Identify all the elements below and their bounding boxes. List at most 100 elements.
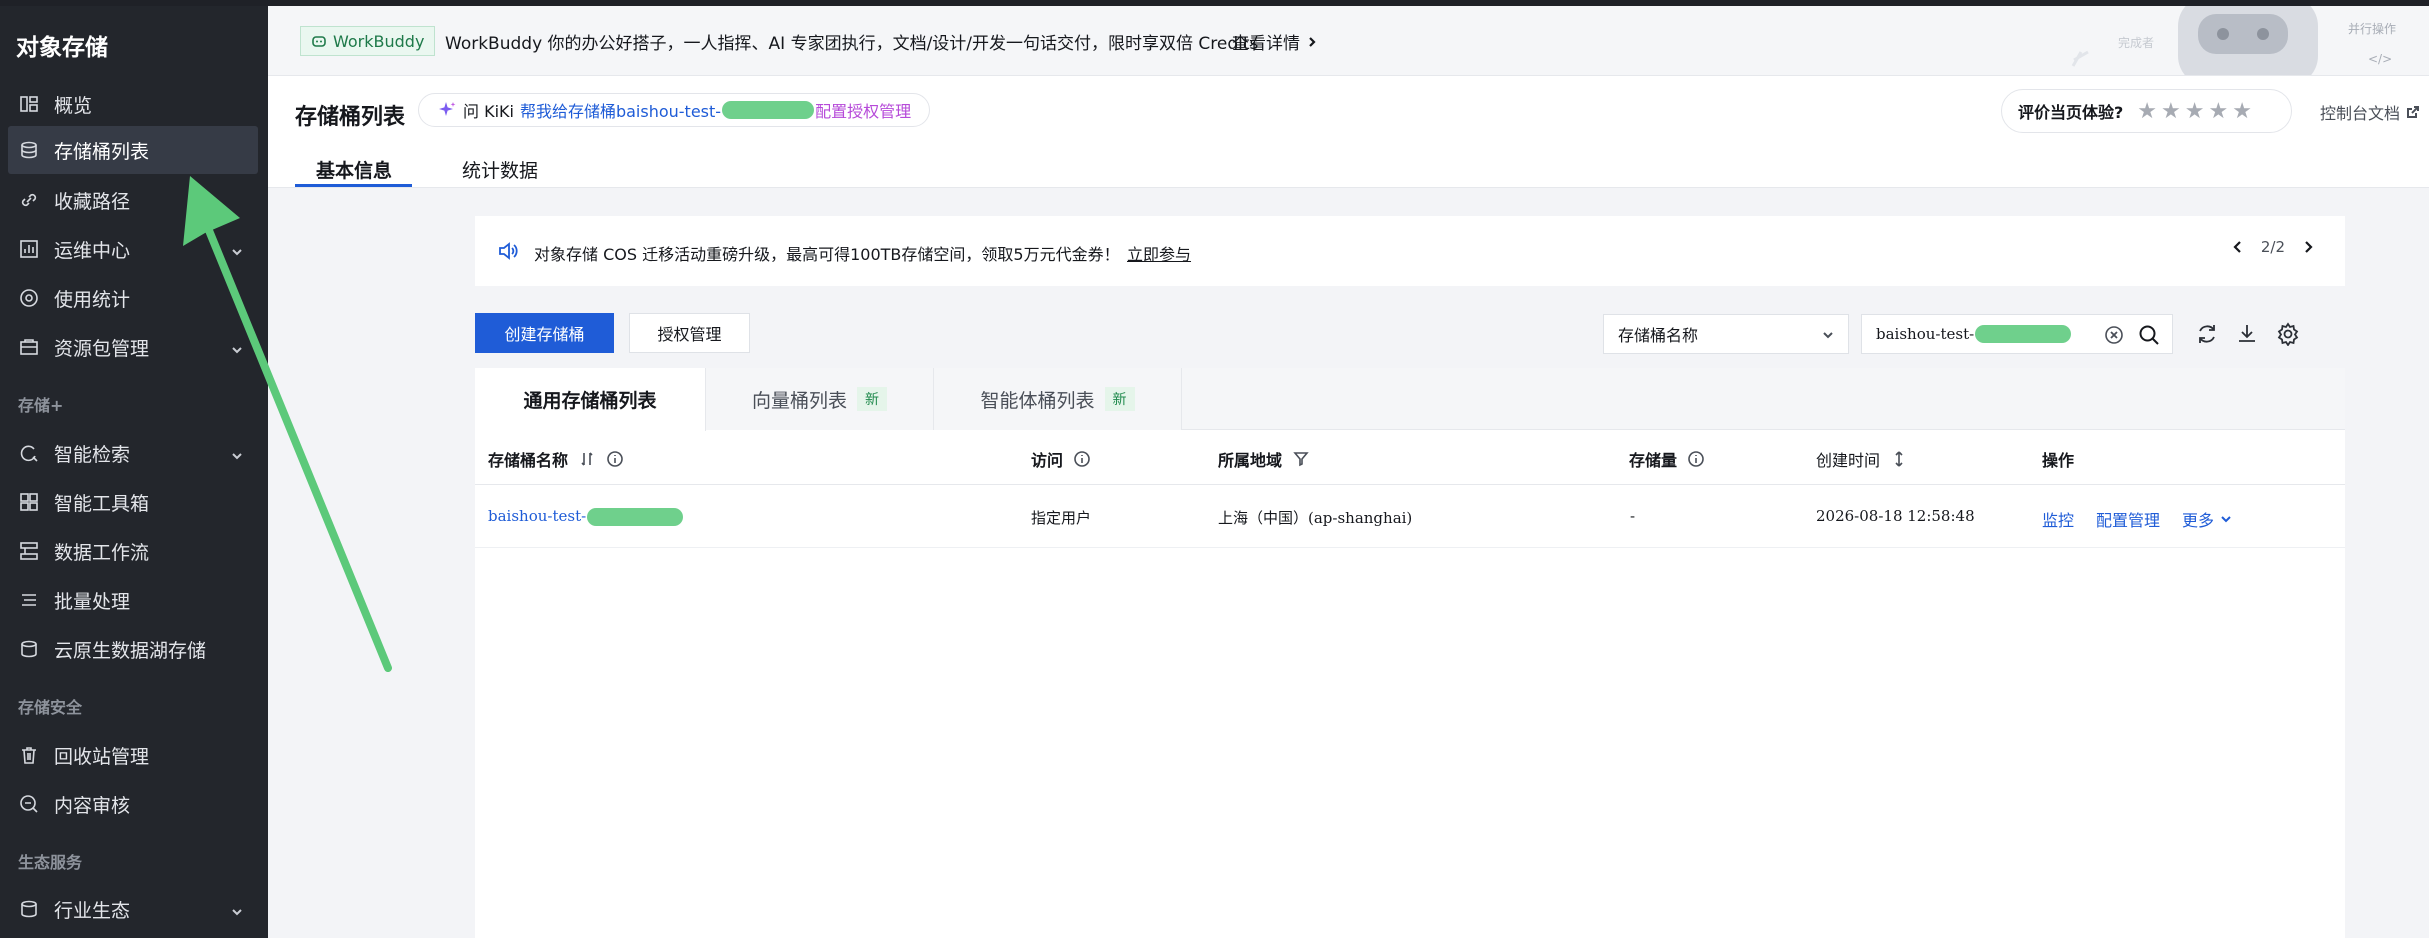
robot-icon xyxy=(312,36,326,47)
info-icon[interactable] xyxy=(1073,450,1091,468)
bucket-icon xyxy=(18,139,40,161)
table-header: 存储桶名称 访问 所属地域 存储量 创建时间 操作 xyxy=(475,430,2345,485)
info-icon[interactable] xyxy=(1687,450,1705,468)
column-access: 访问 xyxy=(1031,447,1091,471)
auth-management-button[interactable]: 授权管理 xyxy=(629,313,750,353)
sidebar-item-ops-center[interactable]: 运维中心 xyxy=(8,225,258,273)
search-icon[interactable] xyxy=(2138,324,2160,346)
sidebar-item-label: 批量处理 xyxy=(54,590,131,613)
sidebar-item-label: 存储桶列表 xyxy=(54,140,150,163)
workbuddy-badge[interactable]: WorkBuddy xyxy=(300,26,436,56)
chevron-right-icon xyxy=(1309,36,1316,47)
sidebar-item-industry-ecosystem[interactable]: 行业生态 xyxy=(8,885,258,933)
sidebar-item-favorites[interactable]: 收藏路径 xyxy=(8,176,258,224)
sidebar-item-smart-toolbox[interactable]: 智能工具箱 xyxy=(8,478,258,526)
column-region: 所属地域 xyxy=(1218,447,1310,471)
banner-deco-caption: 完成者 xyxy=(2118,36,2155,50)
sidebar-item-bucket-list[interactable]: 存储桶列表 xyxy=(8,126,258,174)
notice-pager: 2/2 xyxy=(2231,238,2315,256)
workbuddy-badge-label: WorkBuddy xyxy=(333,31,425,51)
notice-join-link[interactable]: 立即参与 xyxy=(1127,241,1191,265)
create-bucket-button[interactable]: 创建存储桶 xyxy=(475,313,614,353)
rating-stars: ★ ★ ★ ★ ★ xyxy=(2137,99,2252,124)
chevron-down-icon xyxy=(230,902,244,924)
search-field-select[interactable]: 存储桶名称 xyxy=(1603,314,1849,354)
batch-icon xyxy=(18,589,40,611)
banner-deco-text: 并行操作 xyxy=(2348,22,2397,36)
download-icon[interactable] xyxy=(2235,322,2259,346)
sidebar-section-storage-plus: 存储+ xyxy=(18,396,64,415)
ai-search-icon xyxy=(18,442,40,464)
notice-bar: 对象存储 COS 迁移活动重磅升级，最高可得100TB存储空间，领取5万元代金券… xyxy=(475,216,2345,286)
kiki-action: 配置授权管理 xyxy=(815,102,912,121)
column-label: 创建时间 xyxy=(1816,451,1881,470)
sidebar-item-resource-packages[interactable]: 资源包管理 xyxy=(8,323,258,371)
column-created-time: 创建时间 xyxy=(1816,447,1908,471)
sidebar-item-smart-search[interactable]: 智能检索 xyxy=(8,429,258,477)
chevron-down-icon xyxy=(230,340,244,362)
external-link-icon xyxy=(2407,106,2420,118)
tab-agent-buckets[interactable]: 智能体桶列表 新 xyxy=(934,368,1182,430)
sidebar: 对象存储 概览 存储桶列表 收藏路径 运维中心 使用统计 资源包管理 存储+ 智… xyxy=(0,6,268,938)
sort-icon[interactable] xyxy=(578,450,596,468)
info-icon[interactable] xyxy=(606,450,624,468)
star-icon[interactable]: ★ xyxy=(2209,99,2229,124)
sidebar-item-label: 收藏路径 xyxy=(54,190,131,213)
star-icon[interactable]: ★ xyxy=(2137,99,2157,124)
sidebar-item-label: 概览 xyxy=(54,94,93,117)
toolbox-icon xyxy=(18,491,40,513)
tab-statistics[interactable]: 统计数据 xyxy=(462,156,538,183)
chevron-down-icon xyxy=(230,242,244,264)
refresh-icon[interactable] xyxy=(2195,322,2219,346)
datalake-icon xyxy=(18,638,40,660)
package-icon xyxy=(18,336,40,358)
chevron-right-icon[interactable] xyxy=(2301,240,2315,254)
gear-icon[interactable] xyxy=(2276,322,2300,347)
bucket-name-link[interactable]: baishou-test- xyxy=(488,507,684,526)
sparkle-icon xyxy=(439,102,456,116)
sort-icon[interactable] xyxy=(1890,450,1908,468)
monitor-link[interactable]: 监控 xyxy=(2042,507,2074,531)
sidebar-item-content-review[interactable]: 内容审核 xyxy=(8,780,258,828)
sidebar-item-label: 智能工具箱 xyxy=(54,492,150,515)
tab-vector-buckets[interactable]: 向量桶列表 新 xyxy=(706,368,934,430)
chevron-down-icon xyxy=(230,446,244,468)
new-badge: 新 xyxy=(1104,387,1135,411)
config-management-link[interactable]: 配置管理 xyxy=(2096,507,2160,531)
column-label: 存储桶名称 xyxy=(488,451,569,470)
sidebar-section-storage-security: 存储安全 xyxy=(18,698,83,717)
page-title: 存储桶列表 xyxy=(295,105,406,130)
redacted-bucket-suffix xyxy=(722,101,815,119)
tab-basic-info[interactable]: 基本信息 xyxy=(316,156,392,183)
sidebar-item-data-lake[interactable]: 云原生数据湖存储 xyxy=(8,625,258,673)
sidebar-item-overview[interactable]: 概览 xyxy=(8,80,258,128)
star-icon[interactable]: ★ xyxy=(2161,99,2181,124)
bucket-name: baishou-test- xyxy=(488,507,587,525)
chevron-left-icon[interactable] xyxy=(2231,240,2245,254)
clear-icon[interactable] xyxy=(2104,325,2124,345)
tab-label: 向量桶列表 xyxy=(751,389,847,412)
tab-general-buckets[interactable]: 通用存储桶列表 xyxy=(475,368,706,431)
sidebar-item-usage-stats[interactable]: 使用统计 xyxy=(8,274,258,322)
filter-icon[interactable] xyxy=(1292,450,1310,468)
chevron-down-icon xyxy=(2221,516,2231,523)
sidebar-item-recycle-bin[interactable]: 回收站管理 xyxy=(8,731,258,779)
bucket-type-tabs: 通用存储桶列表 向量桶列表 新 智能体桶列表 新 xyxy=(475,368,2345,431)
cell-created-time: 2026-08-18 12:58:48 xyxy=(1816,507,1975,525)
banner-details-label: 查看详情 xyxy=(1232,34,1300,54)
banner-details-link[interactable]: 查看详情 xyxy=(1232,29,1318,54)
star-icon[interactable]: ★ xyxy=(2232,99,2252,124)
column-bucket-name: 存储桶名称 xyxy=(488,447,624,471)
console-docs-link[interactable]: 控制台文档 xyxy=(2320,100,2420,124)
cell-access: 指定用户 xyxy=(1031,509,1092,527)
sidebar-item-batch-processing[interactable]: 批量处理 xyxy=(8,576,258,624)
star-icon[interactable]: ★ xyxy=(2185,99,2205,124)
tab-label: 通用存储桶列表 xyxy=(523,390,657,412)
search-input[interactable]: baishou-test- xyxy=(1861,314,2173,354)
ask-kiki-chip[interactable]: 问 KiKi 帮我给存储桶baishou-test- 配置授权管理 xyxy=(418,93,931,127)
sidebar-section-ecosystem: 生态服务 xyxy=(18,853,83,872)
more-dropdown[interactable]: 更多 xyxy=(2182,507,2232,531)
sidebar-item-data-workflow[interactable]: 数据工作流 xyxy=(8,527,258,575)
kiki-suggestion: 帮我给存储桶baishou-test- xyxy=(519,102,722,121)
overview-icon xyxy=(18,93,40,115)
